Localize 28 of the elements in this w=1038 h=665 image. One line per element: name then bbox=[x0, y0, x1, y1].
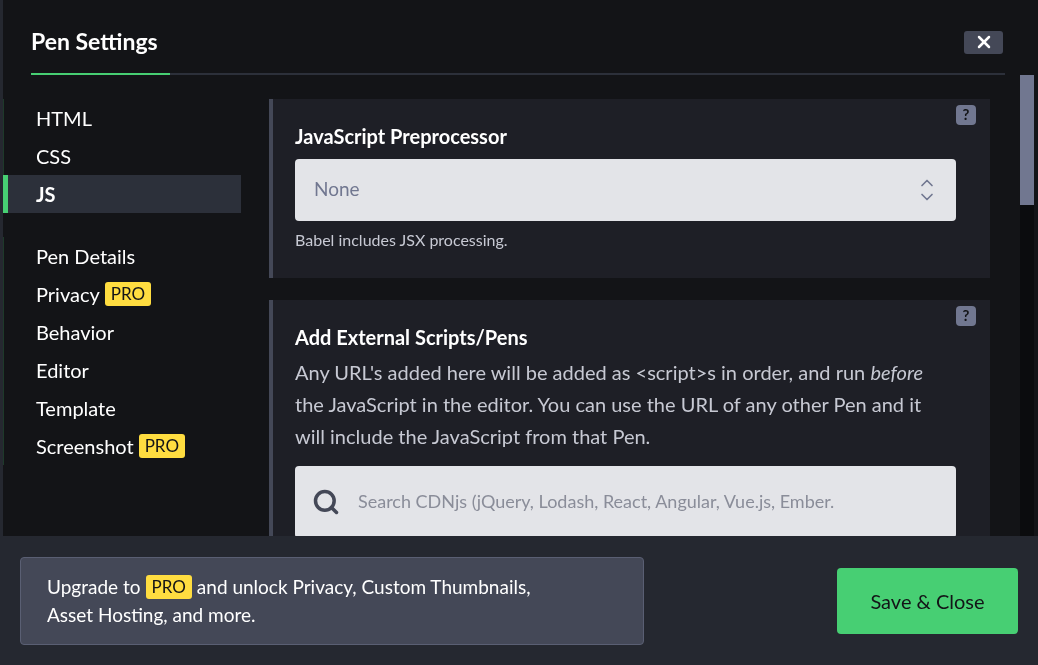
upgrade-text: Asset Hosting, and more. bbox=[47, 601, 257, 628]
sidebar-item[interactable]: Pen Details bbox=[3, 236, 241, 275]
sidebar-item[interactable]: Template bbox=[3, 388, 241, 427]
sidebar-item[interactable]: Editor bbox=[3, 350, 241, 389]
scrollbar[interactable] bbox=[1020, 74, 1034, 536]
help-icon[interactable]: ? bbox=[956, 104, 976, 125]
search-input[interactable]: Search CDNjs (jQuery, Lodash, React, Angular, Vue.js, Ember. bbox=[358, 488, 939, 515]
sidebar-item[interactable]: Screenshot PRO bbox=[3, 426, 241, 465]
sidebar-item[interactable]: JS bbox=[3, 174, 241, 213]
sidebar-item[interactable]: HTML bbox=[3, 98, 241, 137]
help-icon[interactable]: ? bbox=[956, 305, 976, 326]
upgrade-text: Upgrade to bbox=[47, 573, 141, 600]
sidebar-item[interactable]: Behavior bbox=[3, 312, 241, 351]
search-icon bbox=[312, 487, 340, 516]
close-button[interactable] bbox=[964, 30, 1003, 54]
sidebar-item[interactable]: CSS bbox=[3, 136, 241, 175]
section-title: JavaScript Preprocessor bbox=[295, 122, 508, 150]
description-text: Any URL's added here will be added as <script>s in order, and run before the JavaScript in the editor. You can use the URL of any other Pen and it will include the JavaScript from that Pen. bbox=[295, 358, 924, 450]
pro-badge: PRO bbox=[104, 281, 152, 306]
upgrade-text: and unlock Privacy, Custom Thumbnails, bbox=[196, 573, 531, 600]
dialog-title: Pen Settings bbox=[31, 26, 158, 57]
hint-text: Babel includes JSX processing. bbox=[295, 228, 509, 251]
pro-badge: PRO bbox=[138, 433, 185, 458]
section-title: Add External Scripts/Pens bbox=[295, 323, 529, 351]
search-field[interactable]: Search CDNjs (jQuery, Lodash, React, Angular, Vue.js, Ember. bbox=[295, 465, 956, 536]
sidebar-item[interactable]: Privacy PRO bbox=[3, 274, 241, 313]
pro-badge: PRO bbox=[145, 574, 192, 599]
save-close-button[interactable]: Save & Close bbox=[837, 567, 1018, 634]
